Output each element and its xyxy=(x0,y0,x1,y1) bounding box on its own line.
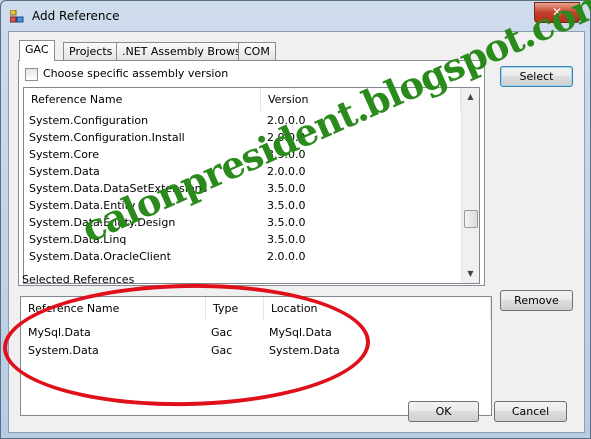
selected-reference-name: System.Data xyxy=(28,344,99,357)
tab-com[interactable]: COM xyxy=(238,42,276,60)
gac-tab-panel: Choose specific assembly version Referen… xyxy=(18,60,485,286)
scroll-down-icon[interactable]: ▼ xyxy=(466,269,475,278)
reference-version: 3.5.0.0 xyxy=(267,182,306,195)
title-bar[interactable]: Add Reference ✕ xyxy=(1,1,590,31)
tab-net-assembly-browser[interactable]: .NET Assembly Browser xyxy=(116,42,258,60)
gac-list-scrollbar[interactable]: ▲ ▼ xyxy=(461,88,479,283)
gac-reference-list[interactable]: Reference Name Version System.Configurat… xyxy=(23,87,480,284)
selected-reference-location: System.Data xyxy=(269,344,340,357)
reference-version: 2.0.0.0 xyxy=(267,250,306,263)
dialog-body: GAC Projects .NET Assembly Browser COM C… xyxy=(8,31,585,433)
selected-references-list[interactable]: Reference Name Type Location MySql.Data … xyxy=(20,296,492,416)
specific-version-label: Choose specific assembly version xyxy=(43,67,229,80)
selected-reference-location: MySql.Data xyxy=(269,326,332,339)
close-button[interactable]: ✕ xyxy=(534,2,580,23)
cancel-button[interactable]: Cancel xyxy=(494,401,567,422)
ok-button[interactable]: OK xyxy=(408,401,479,422)
specific-version-checkbox[interactable] xyxy=(25,68,38,81)
reference-name: System.Data.Entity xyxy=(29,199,136,212)
column-header-version[interactable]: Version xyxy=(261,88,461,111)
close-icon: ✕ xyxy=(551,5,563,19)
column-header-reference-name[interactable]: Reference Name xyxy=(24,88,261,111)
reference-version: 2.0.0.0 xyxy=(267,114,306,127)
column-header-location[interactable]: Location xyxy=(264,297,491,320)
selected-reference-type: Gac xyxy=(211,344,233,357)
reference-version: 2.0.0.0 xyxy=(267,165,306,178)
reference-name: System.Configuration xyxy=(29,114,149,127)
reference-name: System.Data xyxy=(29,165,100,178)
reference-name: System.Data.Linq xyxy=(29,233,127,246)
remove-button[interactable]: Remove xyxy=(500,290,573,311)
tab-projects[interactable]: Projects xyxy=(63,42,119,60)
add-reference-dialog: Add Reference ✕ GAC Projects .NET Assemb… xyxy=(0,0,591,439)
select-button[interactable]: Select xyxy=(500,66,573,87)
reference-name: System.Core xyxy=(29,148,99,161)
reference-version: 2.0.0.0 xyxy=(267,131,306,144)
selected-reference-name: MySql.Data xyxy=(28,326,91,339)
scroll-up-icon[interactable]: ▲ xyxy=(466,92,475,101)
window-title: Add Reference xyxy=(32,9,120,23)
tab-gac[interactable]: GAC xyxy=(19,40,55,61)
reference-version: 3.5.0.0 xyxy=(267,233,306,246)
reference-name: System.Data.DataSetExtensions xyxy=(29,182,208,195)
add-reference-icon xyxy=(10,10,24,23)
scroll-thumb[interactable] xyxy=(464,210,478,228)
selected-references-label: Selected References xyxy=(22,273,135,286)
reference-version: 3.5.0.0 xyxy=(267,148,306,161)
reference-version: 3.5.0.0 xyxy=(267,216,306,229)
reference-name: System.Data.Entity.Design xyxy=(29,216,176,229)
column-header-type[interactable]: Type xyxy=(206,297,264,320)
column-header-reference-name[interactable]: Reference Name xyxy=(21,297,206,320)
reference-name: System.Data.OracleClient xyxy=(29,250,171,263)
selected-reference-type: Gac xyxy=(211,326,233,339)
reference-name: System.Configuration.Install xyxy=(29,131,185,144)
reference-version: 3.5.0.0 xyxy=(267,199,306,212)
